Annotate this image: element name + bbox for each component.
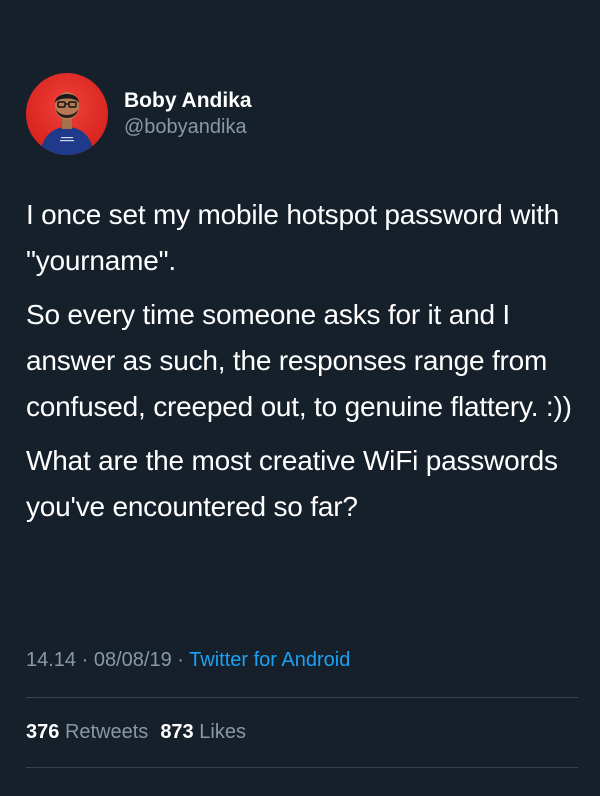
- retweets-stat[interactable]: 376 Retweets: [26, 721, 148, 743]
- tweet-date[interactable]: 08/08/19: [94, 649, 172, 671]
- tweet-source-link[interactable]: Twitter for Android: [189, 649, 350, 671]
- likes-stat[interactable]: 873 Likes: [160, 721, 246, 743]
- tweet-time[interactable]: 14.14: [26, 649, 76, 671]
- tweet-stats: 376 Retweets 873 Likes: [26, 717, 246, 747]
- retweets-count: 376: [26, 721, 60, 743]
- author-handle[interactable]: @bobyandika: [124, 114, 252, 140]
- author-names: Boby Andika @bobyandika: [124, 88, 252, 140]
- person-icon: [40, 92, 94, 155]
- avatar[interactable]: [26, 73, 108, 155]
- tweet-meta: 14.14 · 08/08/19 · Twitter for Android: [26, 645, 350, 675]
- divider: [26, 767, 578, 768]
- tweet-paragraph-1: I once set my mobile hotspot password wi…: [26, 199, 560, 276]
- likes-count: 873: [160, 721, 194, 743]
- tweet-text: I once set my mobile hotspot password wi…: [26, 192, 586, 538]
- author-display-name[interactable]: Boby Andika: [124, 88, 252, 114]
- tweet-card: Boby Andika @bobyandika I once set my mo…: [0, 0, 600, 796]
- tweet-paragraph-2: So every time someone asks for it and I …: [26, 299, 572, 422]
- meta-separator: ·: [81, 649, 89, 671]
- meta-separator: ·: [177, 649, 184, 671]
- tweet-header: Boby Andika @bobyandika: [26, 72, 252, 156]
- divider: [26, 697, 578, 698]
- likes-label: Likes: [199, 721, 246, 743]
- retweets-label: Retweets: [64, 721, 149, 743]
- tweet-paragraph-3: What are the most creative WiFi password…: [26, 445, 558, 522]
